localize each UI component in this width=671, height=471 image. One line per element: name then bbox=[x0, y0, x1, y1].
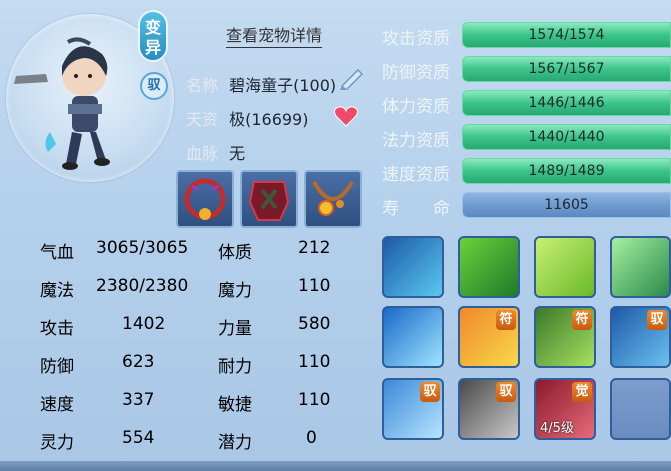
quality-bar: 1489/1489 bbox=[462, 158, 671, 184]
quality-bar: 1440/1440 bbox=[462, 124, 671, 150]
attr-value-2: 110 bbox=[298, 390, 331, 410]
quality-label: 攻击资质 bbox=[382, 29, 450, 49]
attr-label: 魔法 bbox=[40, 281, 74, 301]
mutation-badge: 变异 bbox=[138, 10, 168, 62]
attr-label-2: 潜力 bbox=[218, 433, 252, 453]
quality-bar: 1446/1446 bbox=[462, 90, 671, 116]
quality-label: 速度资质 bbox=[382, 165, 450, 185]
attr-value: 337 bbox=[122, 390, 155, 410]
attr-label: 攻击 bbox=[40, 319, 74, 339]
name-label: 名称 bbox=[186, 76, 219, 95]
equip-slot-collar[interactable] bbox=[176, 170, 234, 228]
awaken-skill-icon[interactable]: 觉 4/5级 bbox=[534, 378, 596, 440]
necklace-icon bbox=[312, 181, 354, 216]
quality-label: 防御资质 bbox=[382, 63, 450, 83]
attr-value: 1402 bbox=[122, 314, 166, 334]
quality-label: 法力资质 bbox=[382, 131, 450, 151]
skill-tag: 符 bbox=[496, 310, 516, 330]
attr-label-2: 魔力 bbox=[218, 281, 252, 301]
pet-name-row: 名称 碧海童子(100) bbox=[186, 72, 336, 96]
strength-skill-icon[interactable] bbox=[458, 236, 520, 298]
skill-tag: 驭 bbox=[420, 382, 440, 402]
attr-label: 速度 bbox=[40, 395, 74, 415]
skill-tag: 驭 bbox=[647, 310, 667, 330]
attr-value: 3065/3065 bbox=[96, 238, 189, 258]
blood-drain-skill-icon[interactable] bbox=[382, 236, 444, 298]
pet-bloodline-row: 血脉 无 bbox=[186, 140, 245, 164]
yu-label: 驭 bbox=[147, 78, 161, 93]
attr-value-2: 580 bbox=[298, 314, 331, 334]
heart-icon[interactable] bbox=[334, 105, 358, 131]
quality-bar: 11605 bbox=[462, 192, 671, 218]
skill-level: 4/5级 bbox=[540, 421, 574, 436]
attr-label-2: 耐力 bbox=[218, 357, 252, 377]
attr-label-2: 力量 bbox=[218, 319, 252, 339]
attr-label-2: 体质 bbox=[218, 243, 252, 263]
collar-icon bbox=[184, 178, 226, 220]
aptitude-label: 天资 bbox=[186, 110, 219, 129]
skill-tag: 觉 bbox=[572, 382, 592, 402]
heart-skill-icon[interactable] bbox=[534, 236, 596, 298]
quality-bar: 1567/1567 bbox=[462, 56, 671, 82]
blade-skill-icon[interactable]: 驭 bbox=[458, 378, 520, 440]
talisman-skill-icon[interactable]: 符 bbox=[458, 306, 520, 368]
attr-value: 2380/2380 bbox=[96, 276, 189, 296]
quality-label: 体力资质 bbox=[382, 97, 450, 117]
attr-value-2: 212 bbox=[298, 238, 331, 258]
attr-value: 554 bbox=[122, 428, 155, 448]
quality-bar: 1574/1574 bbox=[462, 22, 671, 48]
water-skill-icon[interactable] bbox=[382, 306, 444, 368]
quality-label: 寿 命 bbox=[382, 199, 450, 219]
attr-value-2: 110 bbox=[298, 276, 331, 296]
aptitude-value: 极(16699) bbox=[229, 110, 309, 129]
mutation-label: 变异 bbox=[144, 18, 161, 57]
rename-pen-icon[interactable] bbox=[338, 68, 364, 94]
attr-label: 灵力 bbox=[40, 433, 74, 453]
name-value: 碧海童子(100) bbox=[229, 76, 337, 95]
equip-slot-armor[interactable] bbox=[240, 170, 298, 228]
armor-icon bbox=[248, 181, 290, 221]
skill-tag: 驭 bbox=[496, 382, 516, 402]
talisman-strength-skill-icon[interactable]: 符 bbox=[534, 306, 596, 368]
pet-aptitude-row: 天资 极(16699) bbox=[186, 106, 308, 130]
burst-skill-icon[interactable] bbox=[610, 236, 671, 298]
wolf-skill-icon[interactable]: 驭 bbox=[610, 306, 671, 368]
bloodline-value: 无 bbox=[229, 144, 246, 163]
view-pet-detail-link[interactable]: 查看宠物详情 bbox=[226, 22, 323, 48]
yu-badge: 驭 bbox=[140, 72, 168, 100]
bottom-tab-strip bbox=[0, 461, 671, 471]
equip-slot-necklace[interactable] bbox=[304, 170, 362, 228]
attr-value-2: 110 bbox=[298, 352, 331, 372]
attr-label: 气血 bbox=[40, 243, 74, 263]
shield-skill-icon[interactable]: 驭 bbox=[382, 378, 444, 440]
attr-value: 623 bbox=[122, 352, 155, 372]
empty-skill-slot[interactable] bbox=[610, 378, 671, 440]
attr-value-2: 0 bbox=[306, 428, 317, 448]
skill-tag: 符 bbox=[572, 310, 592, 330]
pet-panel: 变异 驭 查看宠物详情 名称 碧海童子(100) 天资 极(16699) 血脉 … bbox=[0, 0, 671, 471]
bloodline-label: 血脉 bbox=[186, 144, 219, 163]
attr-label: 防御 bbox=[40, 357, 74, 377]
attr-label-2: 敏捷 bbox=[218, 395, 252, 415]
